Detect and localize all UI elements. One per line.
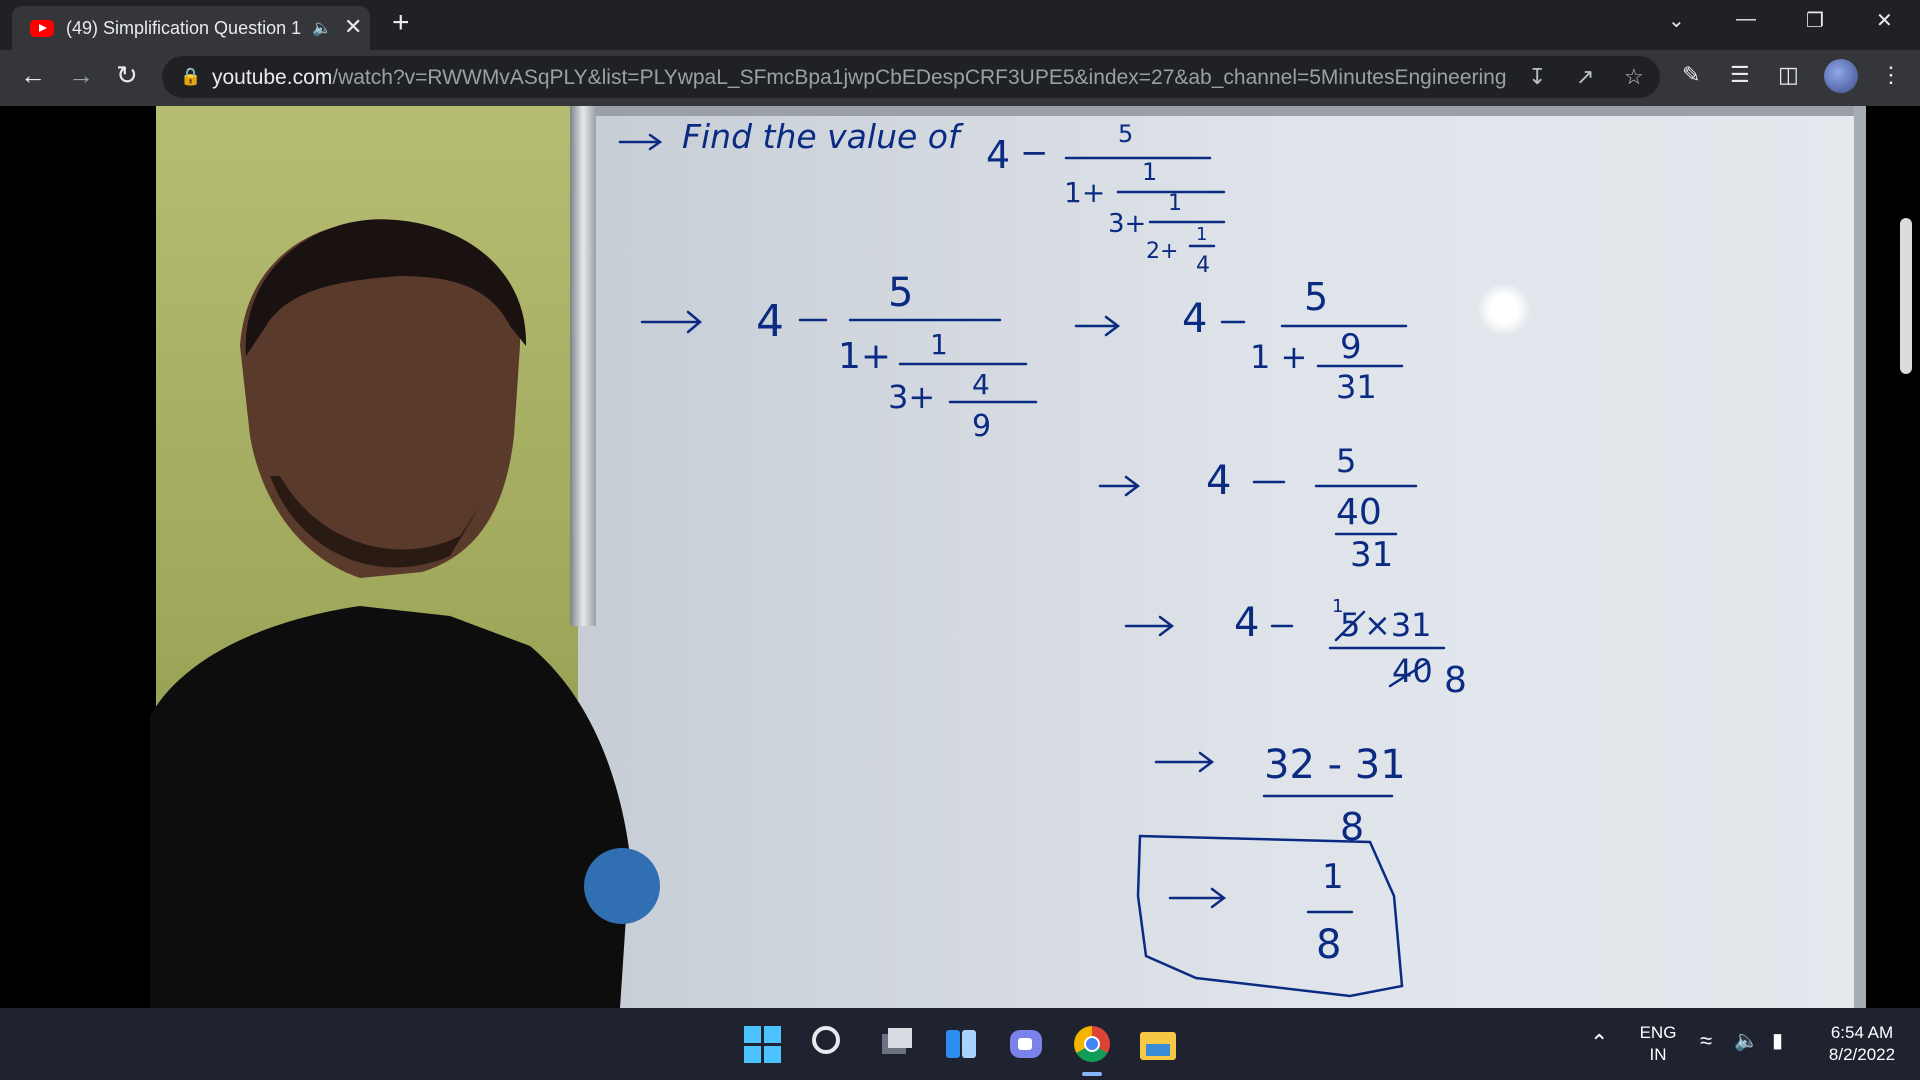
reload-icon[interactable]: ↻ [116, 60, 138, 91]
shirt-logo [584, 848, 660, 924]
page-scrollbar[interactable] [1900, 218, 1912, 374]
url-text[interactable]: youtube.com/watch?v=RWWMvASqPLY&list=PLY… [212, 66, 1632, 90]
tab-title: (49) Simplification Question 1 [66, 18, 302, 38]
tab-strip: (49) Simplification Question 1 🔈 ✕ + ⌄ —… [0, 0, 1920, 50]
problem-n4: 1 [1196, 224, 1207, 245]
answer-denominator: 8 [1316, 922, 1341, 968]
step5-numerator: 32 - 31 [1264, 742, 1406, 788]
step2-n1: 5 [1304, 275, 1328, 319]
step2-n2: 9 [1340, 327, 1362, 367]
step3-whole: 4 [1206, 458, 1231, 504]
step4-num-rest: ×31 [1364, 606, 1432, 644]
step1-d3: 9 [972, 409, 991, 444]
side-panel-icon[interactable]: ◫ [1778, 62, 1799, 88]
windows-taskbar: ⌃ ENG IN ≈ 🔈 ▮ 6:54 AM 8/2/2022 [0, 1008, 1920, 1080]
step1-whole: 4 [756, 296, 784, 347]
volume-icon[interactable]: 🔈 [1734, 1030, 1759, 1052]
extensions-icon[interactable]: ✎ [1682, 62, 1700, 88]
battery-icon[interactable]: ▮ [1772, 1030, 1783, 1052]
answer-numerator: 1 [1322, 857, 1344, 897]
arrow-icon [618, 133, 663, 151]
problem-d1-whole: 1+ [1064, 176, 1105, 209]
search-icon[interactable] [812, 1026, 848, 1062]
problem-minus: − [1020, 133, 1049, 173]
arrow-icon [1168, 887, 1227, 909]
step1-n1: 5 [888, 270, 913, 316]
youtube-icon [30, 20, 54, 37]
problem-d2-whole: 3+ [1108, 209, 1146, 239]
chevron-up-icon[interactable]: ⌃ [1590, 1032, 1608, 1054]
browser-tab[interactable]: (49) Simplification Question 1 🔈 ✕ [12, 6, 370, 50]
close-tab-icon[interactable]: ✕ [344, 14, 362, 40]
step1-n3: 4 [972, 368, 990, 401]
problem-d3-whole: 2+ [1146, 239, 1178, 264]
problem-whole: 4 [986, 133, 1010, 177]
arrow-icon [1154, 751, 1215, 773]
chrome-icon[interactable] [1074, 1026, 1110, 1076]
lock-icon[interactable]: 🔒 [180, 67, 201, 87]
forward-icon[interactable]: → [68, 60, 94, 91]
step3-n2: 40 [1336, 492, 1382, 533]
restore-icon[interactable]: ❐ [1806, 8, 1824, 33]
task-view-icon[interactable] [878, 1026, 914, 1062]
step4-den: 8 [1444, 660, 1467, 701]
menu-kebab-icon[interactable]: ⋮ [1880, 62, 1902, 88]
address-bar[interactable]: 🔒 youtube.com/watch?v=RWWMvASqPLY&list=P… [162, 56, 1660, 98]
back-icon[interactable]: ← [20, 60, 46, 91]
clock[interactable]: 6:54 AM 8/2/2022 [1820, 1022, 1904, 1066]
problem-n1: 5 [1118, 120, 1133, 148]
minimize-icon[interactable]: — [1736, 8, 1756, 31]
teams-chat-icon[interactable] [1008, 1026, 1044, 1062]
step1-d1-whole: 1+ [838, 336, 891, 377]
install-icon[interactable]: ↧ [1528, 64, 1546, 90]
arrow-icon [1098, 475, 1141, 497]
presenter-shirt [150, 606, 630, 1008]
profile-avatar[interactable] [1824, 59, 1858, 93]
bookmark-star-icon[interactable]: ☆ [1624, 64, 1644, 90]
problem-n3: 1 [1168, 191, 1182, 216]
step2-whole: 4 [1182, 296, 1207, 342]
problem-d4: 4 [1196, 253, 1210, 278]
media-control-icon[interactable]: ☰ [1730, 62, 1750, 88]
step1-n2: 1 [930, 328, 948, 361]
problem-n2: 1 [1142, 158, 1157, 186]
window-close-icon[interactable]: ✕ [1876, 8, 1893, 33]
language-indicator[interactable]: ENG IN [1636, 1022, 1680, 1066]
arrow-icon [1074, 315, 1121, 337]
heading-text: Find the value of [682, 117, 964, 156]
answer-box [1136, 834, 1404, 998]
step3-d2: 31 [1350, 535, 1393, 575]
step1-d2-whole: 3+ [888, 378, 935, 416]
new-tab-icon[interactable]: + [392, 6, 410, 40]
step2-d2: 31 [1336, 368, 1377, 406]
presenter [150, 219, 660, 1008]
tab-search-icon[interactable]: ⌄ [1668, 8, 1685, 33]
windows-start-icon[interactable] [744, 1026, 781, 1063]
file-explorer-icon[interactable] [1140, 1026, 1176, 1062]
share-icon[interactable]: ↗ [1576, 64, 1594, 90]
arrow-icon [1124, 615, 1175, 637]
step3-n1: 5 [1336, 442, 1356, 480]
widgets-icon[interactable] [944, 1026, 980, 1062]
step2-d1-whole: 1 + [1250, 338, 1307, 376]
browser-toolbar: ← → ↻ 🔒 youtube.com/watch?v=RWWMvASqPLY&… [0, 50, 1920, 106]
step4-whole: 4 [1234, 600, 1259, 646]
video-frame[interactable]: Find the value of 4 − 5 1+ 1 3+ 1 2+ 1 4… [0, 106, 1920, 1008]
wifi-icon[interactable]: ≈ [1700, 1030, 1712, 1052]
speaker-icon[interactable]: 🔈 [312, 18, 332, 38]
